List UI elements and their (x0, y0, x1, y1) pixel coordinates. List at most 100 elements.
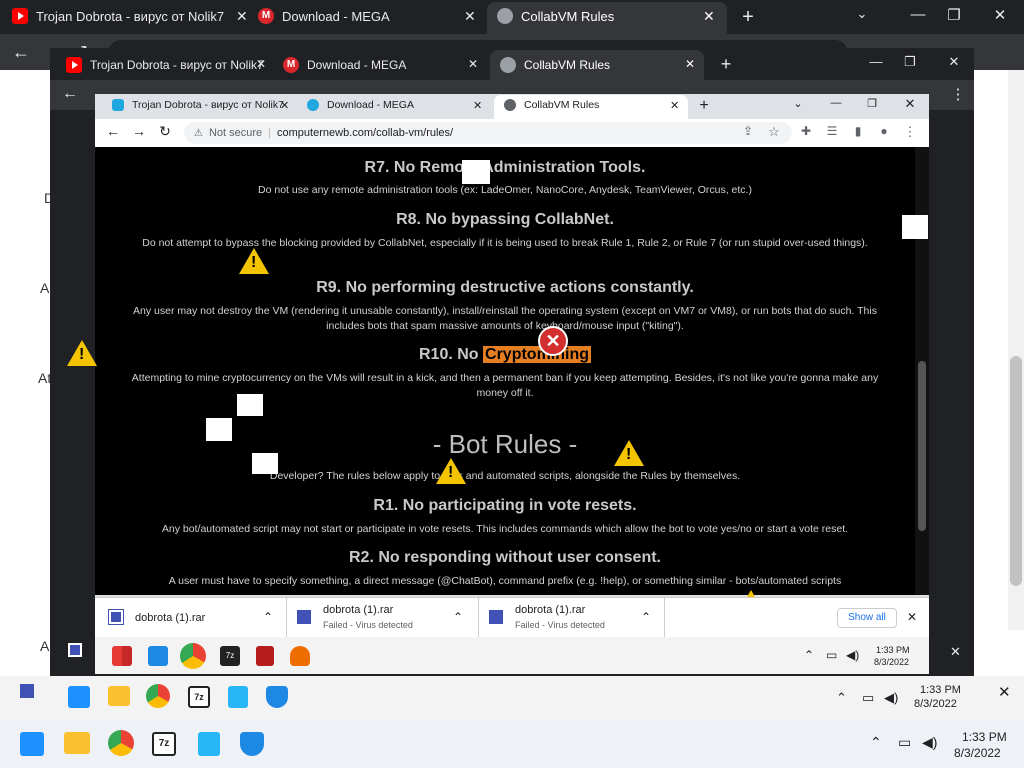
network-icon[interactable]: ▭ (862, 690, 874, 706)
side-panel-icon[interactable]: ▮ (850, 124, 866, 138)
folder-icon[interactable] (108, 686, 130, 706)
reading-list-icon[interactable]: ☰ (824, 124, 840, 138)
windows-start-icon[interactable] (20, 732, 44, 756)
maximize-button[interactable]: ❐ (864, 97, 880, 110)
menu-button[interactable]: ⋮ (902, 124, 918, 140)
7zip-icon[interactable]: 7z (188, 686, 210, 708)
page-scroll-thumb[interactable] (918, 361, 926, 531)
folder-icon[interactable] (148, 646, 168, 666)
notepad-icon[interactable] (198, 732, 220, 756)
warning-icon (436, 458, 466, 484)
maximize-button[interactable]: ❐ (900, 54, 920, 70)
extensions-icon[interactable]: ✚ (798, 124, 814, 138)
chrome-icon[interactable] (108, 730, 134, 756)
start-icon[interactable] (112, 646, 132, 666)
forward-button[interactable]: → (130, 123, 148, 139)
inner-tab-1[interactable]: Trojan Dobrota - вирус от Nolik7 ✕ (112, 99, 292, 111)
close-icon[interactable]: ✕ (670, 99, 679, 111)
back-button[interactable]: ← (104, 123, 122, 139)
middle-tab-1[interactable]: Trojan Dobrota - вирус от Nolik7 ✕ (66, 57, 274, 73)
maximize-button[interactable]: ❐ (944, 6, 964, 24)
download-item[interactable]: dobrota (1).rar Failed - Virus detected … (287, 598, 479, 638)
new-tab-button[interactable]: + (738, 6, 758, 29)
chevron-up-icon[interactable]: ⌃ (641, 610, 651, 624)
folder-icon[interactable] (64, 732, 90, 754)
inner-address-bar[interactable]: ⚠ Not secure | computernewb.com/collab-v… (184, 122, 792, 144)
outer-scroll-thumb-right[interactable] (1010, 356, 1022, 586)
close-icon[interactable]: ✕ (950, 644, 961, 660)
network-icon[interactable]: ▭ (898, 734, 911, 751)
error-icon: ✕ (538, 326, 568, 356)
middle-tab-2[interactable]: M Download - MEGA ✕ (283, 57, 483, 73)
stack-icon[interactable] (290, 646, 310, 666)
middle-clock-time[interactable]: 1:33 PM (920, 684, 961, 696)
show-all-button[interactable]: Show all (837, 608, 897, 628)
close-icon[interactable]: ✕ (464, 8, 476, 24)
back-button[interactable]: ← (60, 85, 80, 103)
close-icon[interactable]: ✕ (703, 8, 715, 24)
minimize-button[interactable]: — (866, 54, 886, 69)
chevron-up-icon[interactable]: ⌃ (836, 690, 847, 706)
close-icon[interactable]: ✕ (685, 57, 695, 71)
close-icon[interactable]: ✕ (998, 683, 1011, 701)
7zip-icon[interactable]: 7z (220, 646, 240, 666)
tab-search-button[interactable]: ⌄ (852, 6, 872, 22)
new-tab-button[interactable]: + (716, 54, 736, 75)
outer-tab-3[interactable]: CollabVM Rules ✕ (497, 8, 722, 24)
close-window-button[interactable]: ✕ (902, 96, 918, 112)
chevron-up-icon[interactable]: ⌃ (870, 734, 882, 751)
url-text: computernewb.com/collab-vm/rules/ (277, 127, 454, 139)
outer-tab-1[interactable]: Trojan Dobrota - вирус от Nolik7 ✕ (12, 8, 252, 24)
middle-tab-3[interactable]: CollabVM Rules ✕ (500, 57, 700, 73)
share-icon[interactable]: ⇪ (740, 124, 756, 138)
minimize-button[interactable]: — (828, 97, 844, 109)
rar-file-icon (489, 610, 503, 624)
7zip-icon[interactable]: 7z (152, 732, 176, 756)
new-tab-button[interactable]: + (696, 97, 712, 115)
chevron-up-icon[interactable]: ⌃ (263, 610, 273, 624)
close-icon[interactable]: ✕ (256, 57, 266, 71)
download-item[interactable]: dobrota (1).rar Failed - Virus detected … (479, 598, 665, 638)
inner-clock-date[interactable]: 8/3/2022 (874, 657, 909, 667)
youtube-icon (12, 8, 28, 24)
glitch-square (462, 160, 490, 184)
menu-button[interactable]: ⋮ (950, 85, 966, 103)
minimize-button[interactable]: — (908, 6, 928, 23)
tab-search-button[interactable]: ⌄ (790, 97, 806, 110)
volume-icon[interactable]: ◀) (846, 648, 859, 662)
close-icon[interactable]: ✕ (280, 99, 289, 111)
close-window-button[interactable]: ✕ (990, 6, 1010, 24)
close-icon[interactable]: ✕ (236, 8, 248, 24)
windows-start-icon[interactable] (68, 686, 90, 708)
middle-clock-date[interactable]: 8/3/2022 (914, 698, 957, 710)
chrome-icon[interactable] (146, 684, 170, 708)
inner-tab-3[interactable]: CollabVM Rules ✕ (504, 99, 684, 111)
defender-icon[interactable] (266, 686, 288, 708)
network-icon[interactable]: ▭ (826, 648, 837, 662)
glitch-square (237, 394, 263, 416)
chevron-up-icon[interactable]: ⌃ (453, 610, 463, 624)
rule-r7-text: Do not use any remote administration too… (258, 184, 752, 196)
notepad-icon[interactable] (228, 686, 248, 708)
close-window-button[interactable]: ✕ (944, 54, 964, 70)
volume-icon[interactable]: ◀) (884, 690, 898, 706)
inner-tab-2[interactable]: Download - MEGA ✕ (307, 99, 487, 111)
outer-clock-date[interactable]: 8/3/2022 (954, 746, 1001, 760)
close-icon[interactable]: ✕ (468, 57, 478, 71)
outer-clock-time[interactable]: 1:33 PM (962, 730, 1007, 744)
defender-icon[interactable] (240, 732, 264, 756)
reload-button[interactable]: ↻ (156, 123, 174, 140)
chevron-up-icon[interactable]: ⌃ (804, 648, 814, 662)
bookmark-star-icon[interactable]: ☆ (766, 124, 782, 140)
archive-icon[interactable] (256, 646, 274, 666)
close-icon[interactable]: ✕ (473, 99, 482, 111)
chrome-icon[interactable] (180, 643, 206, 669)
rule-r7-title: R7. No Remote Administration Tools. (364, 159, 646, 176)
inner-clock-time[interactable]: 1:33 PM (876, 645, 910, 655)
close-icon[interactable]: ✕ (907, 610, 917, 624)
profile-icon[interactable]: ● (876, 124, 892, 138)
outer-tab-2[interactable]: M Download - MEGA ✕ (258, 8, 480, 24)
back-button[interactable]: ← (10, 42, 32, 63)
volume-icon[interactable]: ◀) (922, 734, 937, 751)
download-item[interactable]: dobrota (1).rar ⌃ (95, 598, 287, 638)
